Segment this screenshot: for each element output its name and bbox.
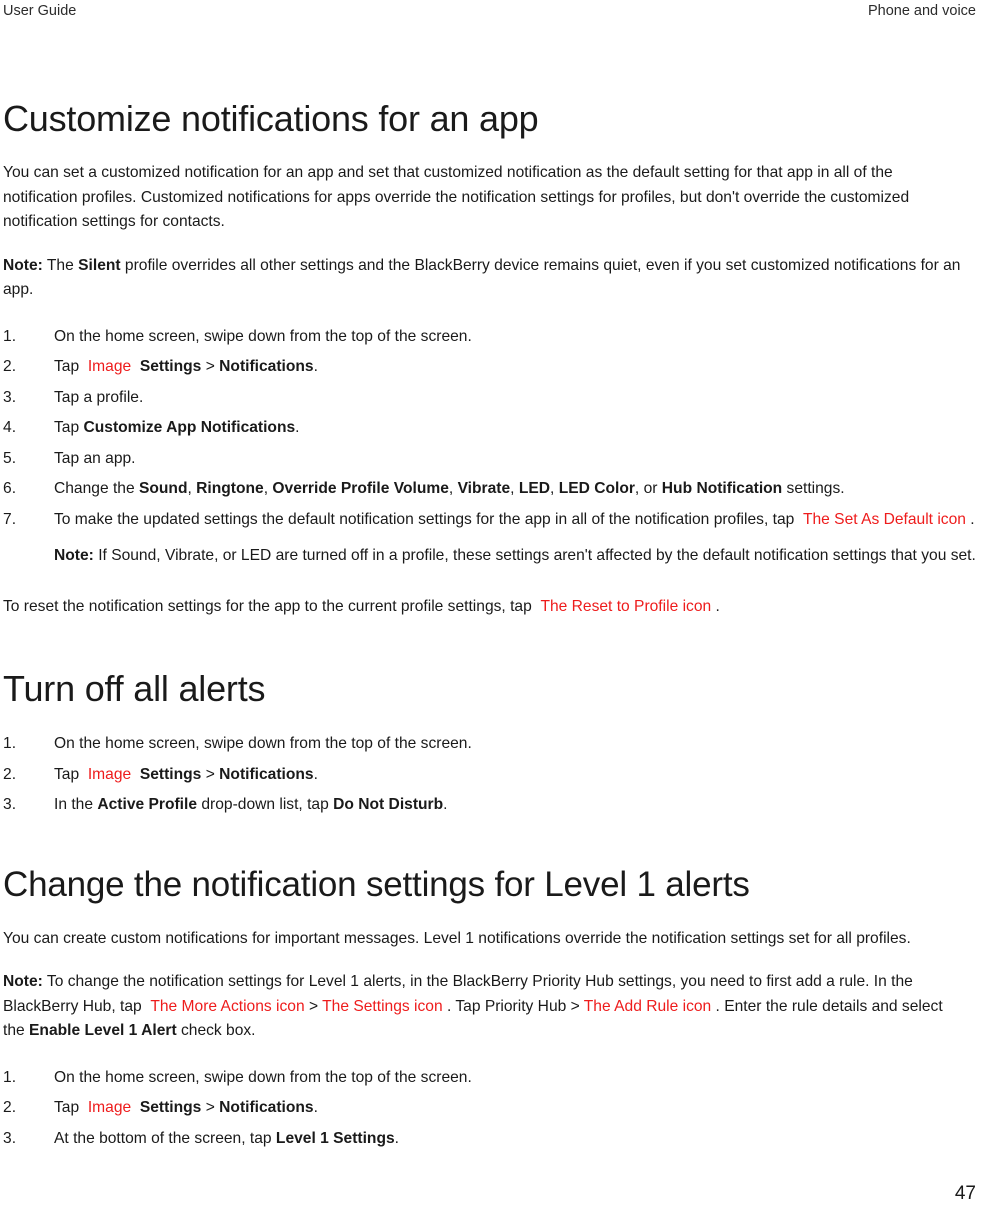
s2-step-3-active-profile: Active Profile [97,796,198,813]
s3-step-2-period: . [313,1099,318,1116]
s3-step-3-lead: At the bottom of the screen, tap [54,1129,276,1147]
step-2-settings: Settings [139,358,202,375]
step-6-term-sound: Sound [138,480,188,497]
step-6-term-vibrate: Vibrate [457,480,511,497]
section-1-reset-paragraph: To reset the notification settings for t… [3,595,963,620]
header-right-title: Phone and voice [867,3,976,19]
list-item: Tap a profile. [3,386,976,411]
s3-step-3-period: . [394,1129,399,1147]
list-item: Tap Image Settings > Notifications. [3,763,976,788]
document-page: User Guide Phone and voice Customize not… [0,0,982,1213]
step-1-text: On the home screen, swipe down from the … [54,327,472,345]
step-2-tap: Tap [54,358,80,375]
section-title-level-1-alerts: Change the notification settings for Lev… [3,864,750,904]
settings-icon: The Settings icon [322,997,443,1015]
s2-step-3-lead: In the [54,796,98,813]
s3-step-2-notifications: Notifications [219,1099,314,1116]
s2-step-1-text: On the home screen, swipe down from the … [54,735,472,752]
set-as-default-icon: The Set As Default icon [802,510,966,528]
step-3-text: Tap a profile. [54,388,144,406]
list-item: Tap Image Settings > Notifications. [3,1096,976,1121]
image-placeholder-icon: Image [87,765,132,783]
step-6-tail: settings. [782,480,845,497]
step-4-bold: Customize App Notifications [83,419,296,436]
page-number: 47 [954,1183,976,1204]
s3-note-label: Note: [3,973,43,990]
section-1-intro-paragraph: You can set a customized notification fo… [3,164,910,230]
section-3-note-paragraph: Note: To change the notification setting… [3,970,963,1044]
step-7-tail: . [965,510,975,528]
list-item: Tap Image Settings > Notifications. [3,355,976,380]
step-6-or: , or [634,480,662,497]
step-2-separator: > [205,358,215,375]
step-6-lead: Change the [54,480,139,497]
list-item: In the Active Profile drop-down list, ta… [3,793,976,818]
step-6-term-ringtone: Ringtone [196,480,264,497]
s2-step-3-period: . [443,796,448,813]
image-placeholder-icon: Image [87,1099,132,1116]
step-7-lead: To make the updated settings the default… [54,510,799,528]
step-4-period: . [295,419,300,436]
section-2-step-list: On the home screen, swipe down from the … [3,732,976,818]
s2-step-2-period: . [313,765,318,783]
step-6-term-hub-notification: Hub Notification [661,480,783,497]
s3-step-1-text: On the home screen, swipe down from the … [54,1068,472,1086]
section-1-step-list: On the home screen, swipe down from the … [3,325,976,569]
step-6-term-led: LED [518,480,551,497]
note-label: Note: [3,256,43,274]
section-3-intro-paragraph: You can create custom notifications for … [3,929,911,947]
s3-note-text-b: . Tap Priority Hub > [442,997,584,1015]
s2-step-2-notifications: Notifications [219,765,314,783]
list-item: Tap an app. [3,447,976,472]
note-bold-silent: Silent [78,256,121,274]
section-title-customize-notifications: Customize notifications for an app [3,98,539,139]
step-2-notifications: Notifications [219,358,314,375]
s3-note-text-d: check box. [176,1022,256,1039]
list-item: Change the Sound, Ringtone, Override Pro… [3,477,845,501]
step-7-note-text: If Sound, Vibrate, or LED are turned off… [93,547,976,564]
step-6-term-led-color: LED Color [558,480,635,497]
add-rule-icon: The Add Rule icon [583,997,712,1015]
section-3-step-list: On the home screen, swipe down from the … [3,1066,976,1152]
reset-to-profile-icon: The Reset to Profile icon [540,597,712,615]
list-item: On the home screen, swipe down from the … [3,325,976,350]
list-item: To make the updated settings the default… [3,508,976,569]
running-header: User Guide Phone and voice [0,0,982,24]
s2-step-3-do-not-disturb: Do Not Disturb [333,796,444,813]
section-title-turn-off-all-alerts: Turn off all alerts [3,668,266,709]
section-1-note-paragraph: Note: The Silent profile overrides all o… [3,254,963,303]
header-left-title: User Guide [3,3,77,19]
s2-step-2-tap: Tap [54,765,80,783]
s3-step-3-bold: Level 1 Settings [275,1129,395,1147]
step-7-note-label: Note: [54,547,94,564]
note-text-before: The [42,256,79,274]
s3-note-bold-enable-level-1-alert: Enable Level 1 Alert [29,1022,177,1039]
list-item: On the home screen, swipe down from the … [3,1066,976,1091]
s2-step-2-settings: Settings [139,765,202,783]
list-item: At the bottom of the screen, tap Level 1… [3,1127,976,1152]
s3-step-2-settings: Settings [139,1099,202,1116]
s2-step-3-mid: drop-down list, tap [197,796,334,813]
step-4-lead: Tap [54,419,84,436]
reset-lead-text: To reset the notification settings for t… [3,597,537,615]
reset-tail-text: . [711,597,720,615]
step-7-note: Note: If Sound, Vibrate, or LED are turn… [54,544,976,569]
document-content: Customize notifications for an app You c… [3,24,976,1151]
s3-step-2-tap: Tap [54,1099,80,1116]
s3-note-sep-1: > [304,997,323,1015]
image-placeholder-icon: Image [87,358,132,375]
note-text-after: profile overrides all other settings and… [3,256,961,299]
list-item: On the home screen, swipe down from the … [3,732,976,757]
s2-step-2-separator: > [205,765,215,783]
step-6-term-override-profile-volume: Override Profile Volume [272,480,449,497]
step-5-text: Tap an app. [54,449,136,467]
s3-step-2-separator: > [205,1099,215,1116]
more-actions-icon: The More Actions icon [150,997,305,1015]
step-2-period: . [313,358,318,375]
list-item: Tap Customize App Notifications. [3,416,976,441]
